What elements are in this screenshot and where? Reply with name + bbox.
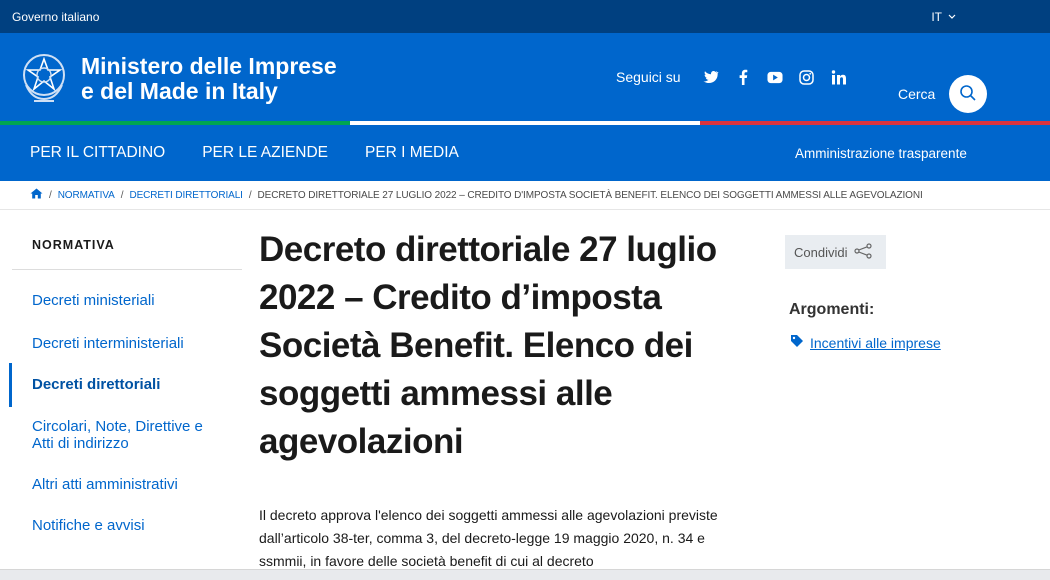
site-title-line2: e del Made in Italy [81, 78, 278, 104]
follow-label: Seguici su [616, 69, 681, 85]
breadcrumb-decreti-direttoriali[interactable]: DECRETI DIRETTORIALI [129, 190, 242, 201]
search-control[interactable]: Cerca [898, 75, 988, 113]
nav-item-aziende[interactable]: PER LE AZIENDE [202, 144, 328, 162]
sidebar-item-decreti-interministeriali[interactable]: Decreti interministeriali [32, 335, 184, 352]
topic-label: Incentivi alle imprese [810, 334, 941, 351]
site-title-line1: Ministero delle Imprese [81, 53, 337, 79]
language-selector[interactable]: IT [931, 10, 956, 24]
facebook-icon[interactable] [735, 69, 751, 85]
search-icon [959, 84, 977, 105]
search-button[interactable] [949, 75, 988, 113]
nav-item-media[interactable]: PER I MEDIA [365, 144, 459, 162]
social-links: Seguici su [616, 69, 855, 85]
twitter-icon[interactable] [703, 69, 719, 85]
linkedin-icon[interactable] [831, 69, 847, 85]
search-label: Cerca [898, 86, 936, 102]
site-title[interactable]: Ministero delle Imprese e del Made in It… [81, 54, 337, 104]
instagram-icon[interactable] [799, 69, 815, 85]
sidebar-item-altri-atti[interactable]: Altri atti amministrativi [32, 476, 178, 493]
sidebar-item-notifiche[interactable]: Notifiche e avvisi [32, 517, 145, 534]
main-nav: PER IL CITTADINO PER LE AZIENDE PER I ME… [0, 125, 1050, 181]
gov-label[interactable]: Governo italiano [12, 10, 99, 24]
nav-item-amministrazione-trasparente[interactable]: Amministrazione trasparente [795, 146, 967, 161]
breadcrumb-separator: / [49, 189, 52, 201]
breadcrumb-separator: / [120, 189, 124, 201]
sidebar-item-circolari[interactable]: Circolari, Note, Direttive e Atti di ind… [32, 418, 222, 452]
share-label: Condividi [794, 244, 848, 260]
tag-icon [790, 334, 804, 351]
nav-item-cittadino[interactable]: PER IL CITTADINO [30, 144, 165, 162]
page-title: Decreto direttoriale 27 luglio 2022 – Cr… [259, 230, 717, 461]
sidebar-title: NORMATIVA [12, 238, 242, 270]
language-label: IT [931, 9, 942, 24]
sidebar-item-decreti-ministeriali[interactable]: Decreti ministeriali [32, 292, 155, 309]
youtube-icon[interactable] [767, 69, 783, 85]
emblem-logo-icon[interactable] [18, 49, 70, 105]
bottom-strip [0, 569, 1050, 580]
sidebar-active-indicator [9, 363, 12, 407]
breadcrumb-separator: / [248, 189, 252, 201]
sidebar: NORMATIVA Decreti ministeriali Decreti i… [9, 238, 242, 534]
share-icon [853, 242, 873, 262]
home-icon[interactable] [30, 188, 43, 202]
share-button[interactable]: Condividi [785, 235, 886, 269]
breadcrumb: / NORMATIVA / DECRETI DIRETTORIALI / DEC… [0, 181, 1050, 210]
topic-link-incentivi[interactable]: Incentivi alle imprese [790, 334, 941, 351]
chevron-down-icon [948, 12, 956, 22]
breadcrumb-normativa[interactable]: NORMATIVA [58, 190, 115, 201]
topics-title: Argomenti: [789, 301, 875, 318]
top-bar: Governo italiano IT [0, 0, 1050, 33]
site-header: Ministero delle Imprese e del Made in It… [0, 33, 1050, 121]
sidebar-item-decreti-direttoriali[interactable]: Decreti direttoriali [32, 376, 160, 393]
article-body: Il decreto approva l'elenco dei soggetti… [259, 507, 718, 569]
breadcrumb-current: DECRETO DIRETTORIALE 27 LUGLIO 2022 – CR… [257, 189, 923, 201]
